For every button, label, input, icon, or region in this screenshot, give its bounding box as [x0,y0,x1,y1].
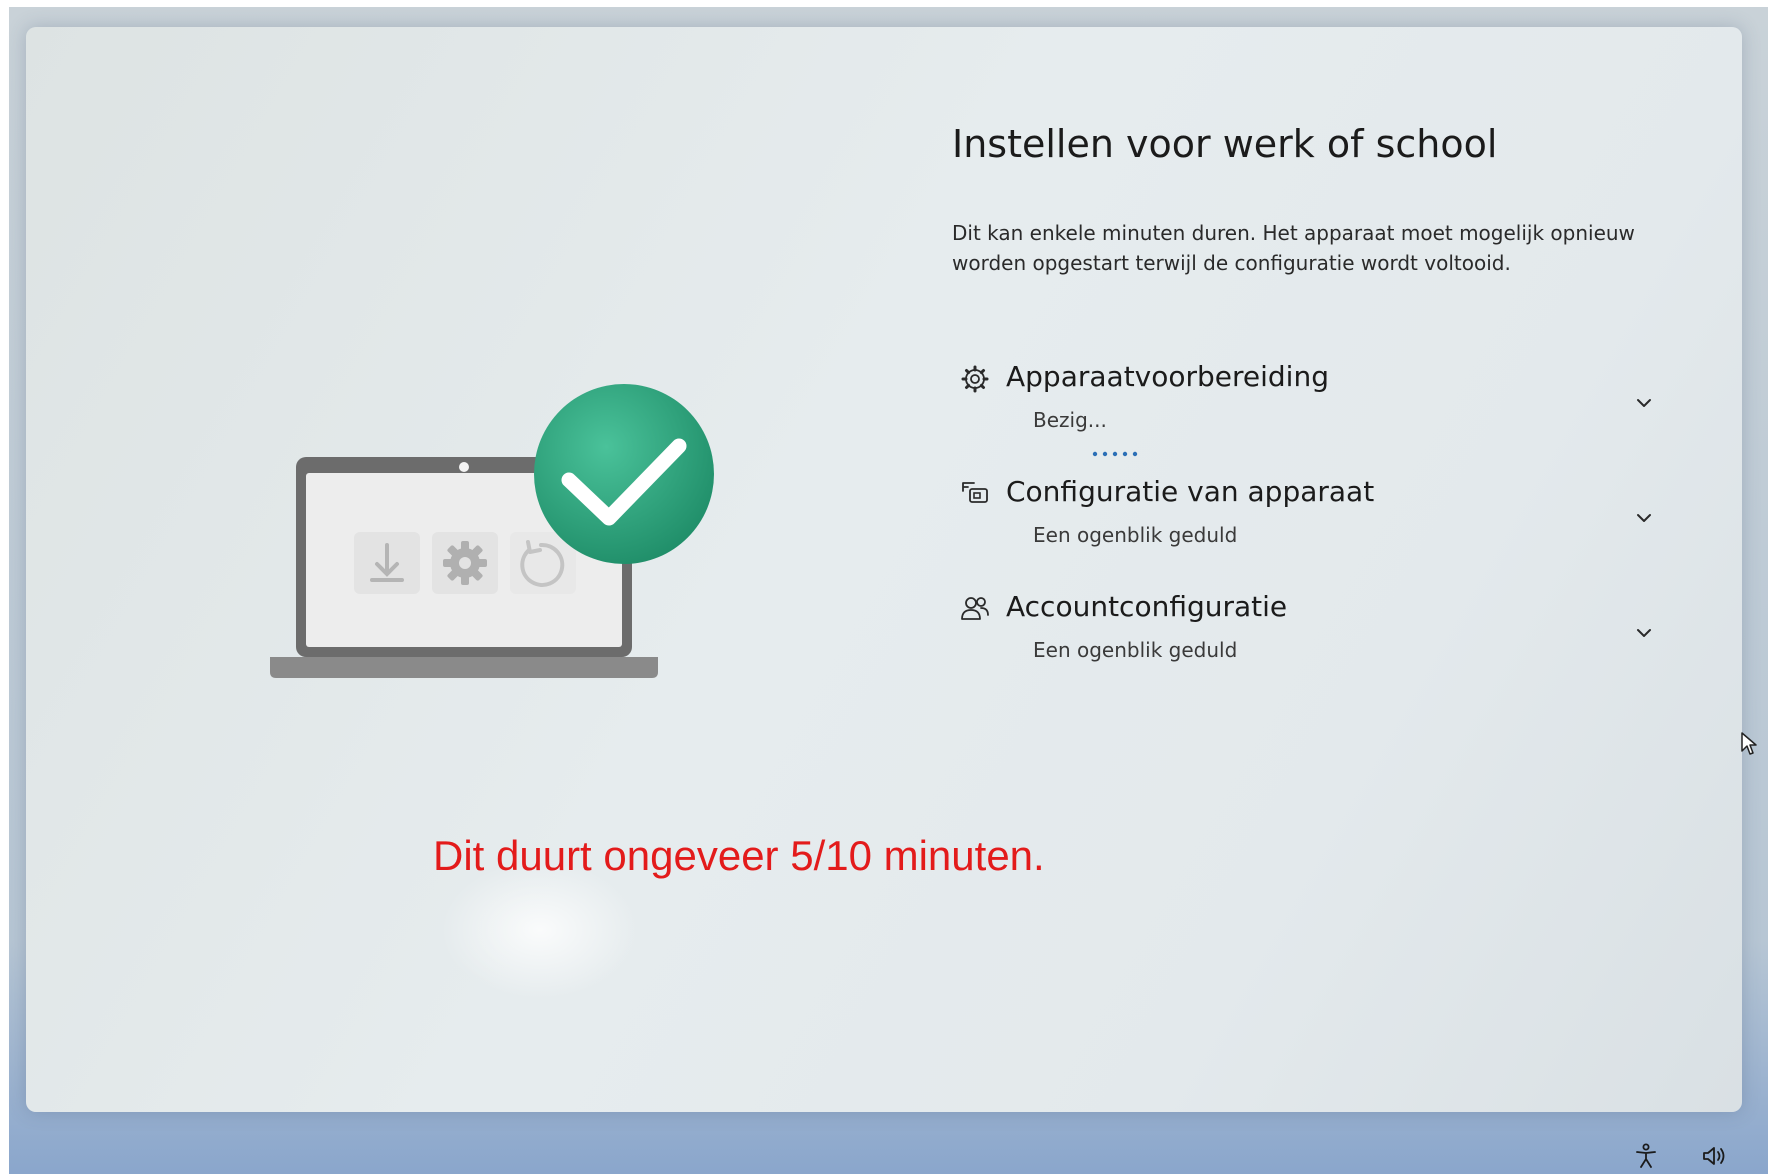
progress-indicator [1092,451,1138,457]
checkmark-icon [534,384,714,564]
step-title: Configuratie van apparaat [1006,475,1375,508]
chevron-down-icon[interactable] [1633,622,1655,644]
page-title: Instellen voor werk of school [952,122,1498,166]
page-description: Dit kan enkele minuten duren. Het appara… [952,221,1635,275]
step-title: Apparaatvoorbereiding [1006,360,1329,393]
duration-annotation: Dit duurt ongeveer 5/10 minuten. [433,832,1045,879]
device-config-icon [962,482,988,503]
chevron-down-icon[interactable] [1633,392,1655,414]
mouse-cursor-icon [1741,732,1757,755]
step-status: Bezig... [1033,408,1107,432]
step-device-preparation[interactable]: Apparaatvoorbereiding Bezig... [960,360,1660,460]
step-status: Een ogenblik geduld [1033,523,1238,547]
step-status: Een ogenblik geduld [1033,638,1238,662]
accounts-icon [961,597,989,620]
setup-illustration [270,384,714,678]
laptop-camera [459,462,469,472]
download-icon [354,532,420,594]
laptop-base [270,657,658,678]
chevron-down-icon[interactable] [1633,507,1655,529]
step-device-configuration[interactable]: Configuratie van apparaat Een ogenblik g… [960,475,1660,575]
gear-icon [961,365,989,393]
gear-icon [432,532,498,594]
step-title: Accountconfiguratie [1006,590,1288,623]
accessibility-icon[interactable] [1632,1142,1660,1170]
step-account-configuration[interactable]: Accountconfiguratie Een ogenblik geduld [960,590,1660,690]
volume-icon[interactable] [1700,1142,1728,1170]
